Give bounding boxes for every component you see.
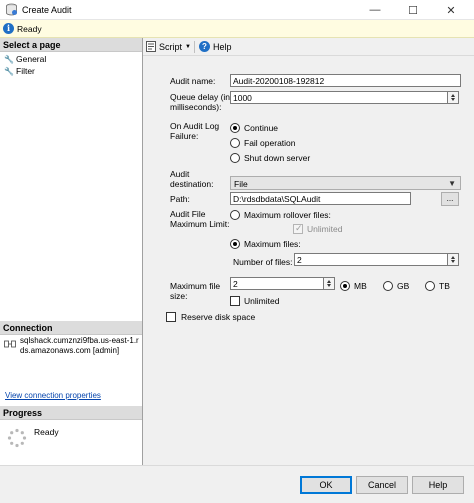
size-unlimited-checkbox[interactable] [230,296,240,306]
number-of-files-input[interactable]: 2 [294,253,448,266]
page-item-filter[interactable]: 🔧 Filter [4,66,35,76]
progress-spinner-icon [7,428,27,448]
status-text: Ready [17,24,42,34]
tb-radio[interactable] [425,281,435,291]
fail-operation-radio[interactable] [230,138,240,148]
window-title: Create Audit [22,5,72,15]
max-file-size-input[interactable]: 2 [230,277,324,290]
queue-delay-spinner[interactable] [448,91,459,104]
info-icon: i [3,23,14,34]
number-of-files-label: Number of files: [233,257,293,267]
max-file-size-label-line: Maximum file [170,281,221,291]
script-icon [146,41,156,52]
page-item-general[interactable]: 🔧 General [4,54,46,64]
wrench-icon: 🔧 [4,66,14,76]
page-item-label: Filter [16,66,35,76]
database-audit-icon [6,3,17,16]
reserve-disk-checkbox[interactable] [166,312,176,322]
connection-info: sqlshack.cumznzi9fba.us-east-1.r ds.amaz… [20,336,140,356]
gb-label: GB [397,281,410,291]
mb-radio[interactable] [340,281,350,291]
help-button[interactable]: Help [412,476,464,494]
help-icon: ? [199,41,210,52]
dropdown-arrow-icon: ▼ [185,43,191,50]
toolbar: Script ▼ ? Help [143,38,474,56]
max-files-label: Maximum files: [244,239,301,249]
script-label: Script [159,41,183,52]
shut-down-server-radio[interactable] [230,153,240,163]
queue-delay-input[interactable]: 1000 [230,91,448,104]
max-limit-label: Audit File Maximum Limit: [170,209,230,229]
path-input[interactable]: D:\rdsdbdata\SQLAudit [230,192,411,205]
connection-line: sqlshack.cumznzi9fba.us-east-1.r [20,336,139,345]
help-label: Help [213,41,232,52]
mb-label: MB [354,281,367,291]
audit-name-label: Audit name: [170,76,216,86]
on-failure-label-line: On Audit Log [170,121,220,131]
destination-label-line: Audit [170,169,190,179]
rollover-unlimited-label: Unlimited [307,224,343,234]
max-rollover-radio[interactable] [230,210,240,220]
browse-button[interactable]: ... [441,192,459,206]
on-failure-label-line: Failure: [170,131,199,141]
max-limit-label-line: Maximum Limit: [170,219,230,229]
max-file-size-label-line: size: [170,291,188,301]
max-files-radio[interactable] [230,239,240,249]
reserve-disk-label: Reserve disk space [181,312,256,322]
destination-select[interactable]: File ▼ [230,176,461,190]
toolbar-separator [194,41,195,53]
continue-label: Continue [244,123,279,133]
audit-name-input[interactable]: Audit-20200108-192812 [230,74,461,87]
view-connection-properties-link[interactable]: View connection properties [5,391,101,400]
on-failure-label: On Audit Log Failure: [170,121,219,141]
continue-radio[interactable] [230,123,240,133]
size-unlimited-label: Unlimited [244,296,280,306]
status-bar: i Ready [0,20,474,38]
queue-delay-label-line: Queue delay (in [170,92,231,102]
script-button[interactable]: Script ▼ [146,41,191,52]
close-button[interactable]: ✕ [434,0,468,20]
title-bar: Create Audit — ☐ ✕ [0,0,474,20]
progress-status: Ready [34,427,59,437]
destination-label: Audit destination: [170,169,213,189]
queue-delay-label-line: milliseconds): [170,102,222,112]
minimize-button[interactable]: — [358,0,392,20]
max-file-size-label: Maximum file size: [170,281,220,301]
dialog-footer: OK Cancel Help [0,465,474,503]
connection-line: ds.amazonaws.com [admin] [20,346,120,355]
page-item-label: General [16,54,47,64]
chevron-down-icon: ▼ [448,179,456,188]
destination-label-line: destination: [170,179,214,189]
connection-icon [4,340,16,348]
max-file-size-spinner[interactable] [324,277,335,290]
max-rollover-label: Maximum rollover files: [244,210,331,220]
rollover-unlimited-checkbox[interactable] [293,223,303,234]
connection-header: Connection [0,321,142,335]
shut-down-server-label: Shut down server [244,153,311,163]
ok-button[interactable]: OK [300,476,352,494]
queue-delay-label: Queue delay (in milliseconds): [170,92,230,112]
progress-header: Progress [0,406,142,420]
gb-radio[interactable] [383,281,393,291]
number-of-files-spinner[interactable] [448,253,459,266]
path-label: Path: [170,194,190,204]
tb-label: TB [439,281,450,291]
maximize-button[interactable]: ☐ [396,0,430,20]
select-page-header: Select a page [0,38,142,52]
main-panel: Script ▼ ? Help Audit name: Audit-202001… [143,38,474,465]
help-toolbar-button[interactable]: ? Help [199,41,232,52]
fail-operation-label: Fail operation [244,138,296,148]
destination-value: File [234,179,248,189]
cancel-button[interactable]: Cancel [356,476,408,494]
left-panel: Select a page 🔧 General 🔧 Filter Connect… [0,38,143,465]
wrench-icon: 🔧 [4,54,14,64]
max-limit-label-line: Audit File [170,209,206,219]
